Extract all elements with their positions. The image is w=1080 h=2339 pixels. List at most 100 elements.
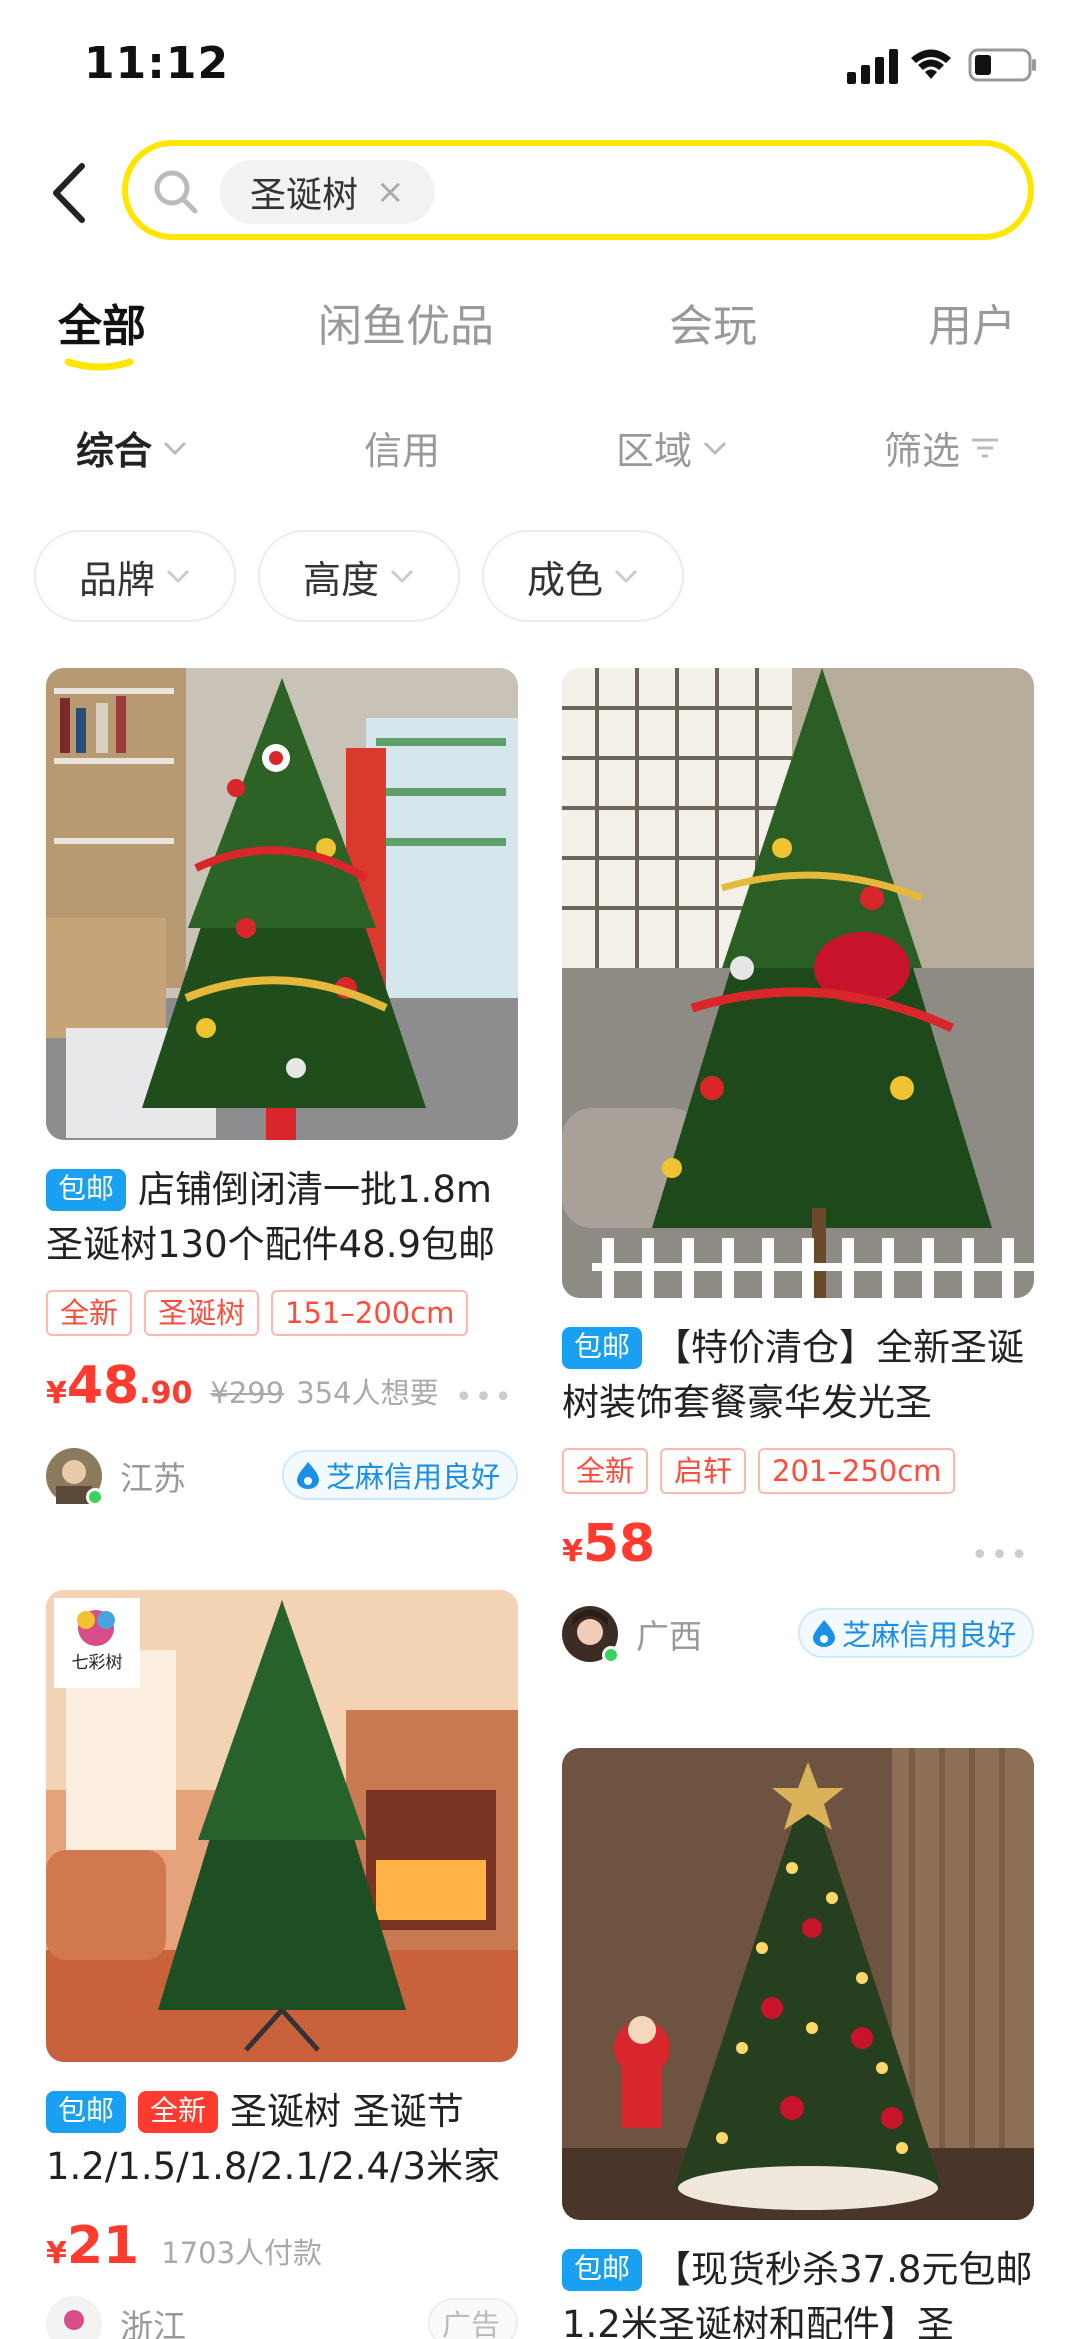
clear-query-icon[interactable]: ×	[376, 175, 405, 209]
free-shipping-badge: 包邮	[46, 2091, 127, 2133]
listing-title[interactable]: 包邮 全新 圣诞树 圣诞节1.2/1.5/1.8/2.1/2.4/3米家	[46, 2084, 518, 2194]
credit-badge: 芝麻信用良好	[797, 1608, 1034, 1658]
filter-screen-label: 筛选	[884, 429, 961, 473]
tag-size: 151–200cm	[271, 1290, 469, 1336]
chip-brand-label: 品牌	[78, 557, 155, 602]
listing-image[interactable]: 七彩树	[46, 1590, 518, 2062]
free-shipping-badge: 包邮	[562, 2249, 643, 2291]
listing-title[interactable]: 包邮 【现货秒杀37.8元包邮1.2米圣诞树和配件】圣	[562, 2242, 1034, 2339]
ad-label: 广告	[441, 2308, 500, 2339]
filter-funnel-icon	[972, 438, 999, 457]
wifi-icon	[911, 49, 951, 79]
status-time: 11:12	[84, 38, 230, 89]
christmas-tree-photo	[46, 668, 518, 1140]
price-integer: 48	[66, 1356, 140, 1416]
seller-region: 江苏	[120, 1459, 186, 1498]
christmas-tree-photo	[562, 1748, 1034, 2220]
chip-condition[interactable]: 成色	[482, 530, 684, 622]
payment-count: 1703人付款	[161, 2236, 323, 2270]
search-input[interactable]: 圣诞树 ×	[122, 140, 1034, 240]
chip-height-label: 高度	[302, 557, 379, 602]
credit-label: 芝麻信用良好	[325, 1460, 500, 1494]
price-integer: 58	[582, 1514, 656, 1574]
listing-card[interactable]: 包邮 店铺倒闭清一批1.8m圣诞树130个配件48.9包邮 全新 圣诞树 151–…	[46, 668, 518, 1506]
seller-region: 浙江	[120, 2307, 186, 2339]
filter-credit-label: 信用	[364, 429, 441, 473]
listing-tags: 全新 启轩 201–250cm	[562, 1448, 1034, 1494]
seller-row: 浙江 广告	[46, 2296, 518, 2339]
status-bar: 11:12	[0, 0, 1080, 130]
chevron-down-icon	[163, 441, 187, 455]
listing-card[interactable]: 七彩树 包邮 全新 圣诞树 圣诞节1.2/1.5/1.8/2.1/2.4/3米家 ¥…	[46, 1590, 518, 2339]
more-options-icon[interactable]: •••	[455, 1380, 514, 1415]
tab-users[interactable]: 用户	[928, 290, 1016, 354]
brand-new-badge: 全新	[138, 2091, 219, 2133]
search-icon	[154, 170, 198, 214]
avatar[interactable]	[46, 2296, 102, 2339]
chevron-down-icon	[614, 569, 638, 584]
tab-xianyu-selected[interactable]: 闲鱼优品	[318, 290, 494, 354]
sort-filter-bar: 综合 信用 区域 筛选	[0, 420, 1080, 480]
tab-play[interactable]: 会玩	[669, 290, 757, 354]
seller-row: 江苏 芝麻信用良好	[46, 1448, 518, 1506]
avatar[interactable]	[562, 1606, 620, 1664]
signal-icon	[847, 49, 898, 84]
seller-row: 广西 芝麻信用良好	[562, 1606, 1034, 1664]
brand-logo-text: 七彩树	[72, 1653, 123, 1673]
filter-overall[interactable]: 综合	[76, 420, 188, 475]
back-arrow-icon[interactable]	[44, 160, 94, 226]
filter-screen[interactable]: 筛选	[884, 420, 1000, 475]
listing-image[interactable]	[46, 668, 518, 1140]
online-status-dot	[86, 1488, 104, 1506]
credit-badge: 芝麻信用良好	[281, 1450, 518, 1500]
tag-brand: 启轩	[660, 1448, 747, 1494]
filter-overall-label: 综合	[76, 429, 153, 473]
seller-region: 广西	[636, 1617, 702, 1656]
search-query-text: 圣诞树	[250, 175, 359, 216]
chip-condition-label: 成色	[526, 557, 603, 602]
ad-badge: 广告	[427, 2298, 518, 2339]
christmas-tree-photo: 七彩树	[46, 1590, 518, 2062]
price-decimal: .90	[139, 1376, 193, 1411]
listing-title[interactable]: 包邮 店铺倒闭清一批1.8m圣诞树130个配件48.9包邮	[46, 1162, 518, 1272]
listing-image[interactable]	[562, 668, 1034, 1298]
filter-region-label: 区域	[616, 429, 693, 473]
listing-image[interactable]	[562, 1748, 1034, 2220]
sesame-credit-icon	[296, 1462, 319, 1489]
price-row: ¥ 58 •••	[562, 1514, 1034, 1578]
battery-icon	[968, 48, 1036, 82]
listing-title[interactable]: 包邮 【特价清仓】全新圣诞树装饰套餐豪华发光圣	[562, 1320, 1034, 1430]
currency-symbol: ¥	[562, 1534, 583, 1569]
chip-brand[interactable]: 品牌	[34, 530, 236, 622]
online-status-dot	[602, 1646, 620, 1664]
filter-region[interactable]: 区域	[616, 420, 728, 475]
search-query-chip[interactable]: 圣诞树 ×	[220, 160, 435, 224]
listing-tags: 全新 圣诞树 151–200cm	[46, 1290, 518, 1336]
sesame-credit-icon	[812, 1620, 835, 1647]
want-count: 354人想要	[296, 1376, 439, 1410]
price-row: ¥ 48 .90 ¥299 354人想要 •••	[46, 1356, 518, 1420]
listing-card[interactable]: 包邮 【现货秒杀37.8元包邮1.2米圣诞树和配件】圣	[562, 1748, 1034, 2339]
price-integer: 21	[66, 2216, 140, 2276]
tag-condition: 全新	[562, 1448, 649, 1494]
tag-condition: 全新	[46, 1290, 133, 1336]
currency-symbol: ¥	[46, 1376, 67, 1411]
avatar[interactable]	[46, 1448, 104, 1506]
free-shipping-badge: 包邮	[46, 1169, 127, 1211]
free-shipping-badge: 包邮	[562, 1327, 643, 1369]
more-options-icon[interactable]: •••	[971, 1538, 1030, 1573]
original-price: ¥299	[210, 1376, 285, 1410]
chevron-down-icon	[390, 569, 414, 584]
price-row: ¥ 21 1703人付款	[46, 2216, 518, 2280]
tag-size: 201–250cm	[758, 1448, 956, 1494]
filter-credit[interactable]: 信用	[364, 420, 440, 475]
chevron-down-icon	[166, 569, 190, 584]
tab-all[interactable]: 全部	[58, 290, 146, 354]
christmas-tree-photo	[562, 668, 1034, 1298]
tag-category: 圣诞树	[144, 1290, 260, 1336]
credit-label: 芝麻信用良好	[841, 1618, 1016, 1652]
chip-height[interactable]: 高度	[258, 530, 460, 622]
listing-card[interactable]: 包邮 【特价清仓】全新圣诞树装饰套餐豪华发光圣 全新 启轩 201–250cm ¥…	[562, 668, 1034, 1664]
active-tab-indicator	[64, 358, 134, 371]
currency-symbol: ¥	[46, 2236, 67, 2271]
